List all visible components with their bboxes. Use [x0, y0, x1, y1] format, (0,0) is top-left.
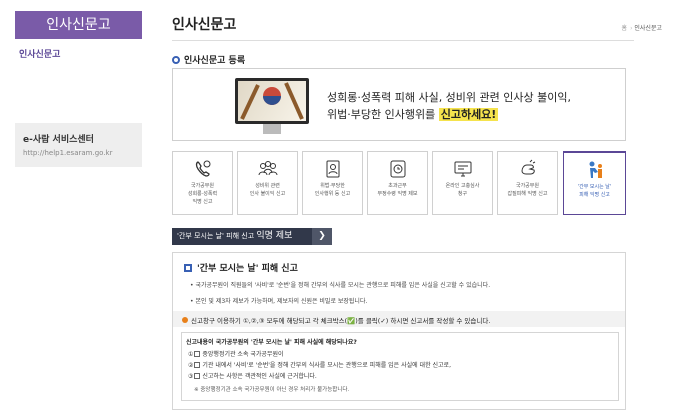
- report-banner: 성희롱·성폭력 피해 사실, 성비위 관련 인사상 불이익, 위법·부당한 인사…: [172, 68, 626, 141]
- person-bow-icon: [589, 161, 602, 178]
- title-divider: [172, 40, 634, 41]
- breadcrumb-home[interactable]: 홈: [622, 25, 628, 32]
- instruction-bar: 신고창구 이용하기 ①,②,③ 모두에 해당되고 각 체크박스(✅)를 클릭(✓…: [173, 311, 625, 327]
- option-row: ② 기관 내에서 '사비'로 '순번'을 정해 간부의 식사를 모시는 관행으로 …: [188, 362, 451, 369]
- dot-bullet-icon: [182, 317, 188, 323]
- breadcrumb: 홈 › 인사신문고: [621, 25, 662, 32]
- footnote: ※ 중앙행정기관 소속 국가공무원이 아닌 경우 처리가 불가능합니다.: [194, 387, 350, 393]
- option-checkbox-3[interactable]: [194, 373, 201, 379]
- section-title: 인사신문고 등록: [172, 53, 245, 66]
- question-box: 신고내용이 국가공무원의 '간부 모시는 날' 피해 사실에 해당되나요? ①중…: [181, 332, 619, 401]
- card-overtime-report[interactable]: 초과근무 부정수령 익명 제보: [367, 151, 428, 215]
- banner-highlight: 신고하세요!: [438, 108, 499, 121]
- card-disadvantage-report[interactable]: 성비위 관련 인사 불이익 신고: [237, 151, 298, 215]
- monitor-illustration: [235, 78, 309, 124]
- banner-text: 성희롱·성폭력 피해 사실, 성비위 관련 인사상 불이익, 위법·부당한 인사…: [327, 91, 571, 121]
- option-checkbox-2[interactable]: [194, 362, 201, 368]
- report-tab[interactable]: '간부 모시는 날' 피해 신고 익명 제보 ❯: [172, 228, 332, 245]
- people-icon: [258, 161, 277, 176]
- option-row: ① 중앙행정기관 소속 국가공무원이: [188, 351, 284, 358]
- service-center-title: e-사람 서비스센터: [23, 135, 94, 145]
- report-note: • 국가공무원이 직원들의 '사비'로 '순번'을 정해 간부의 식사를 모시는…: [190, 282, 491, 289]
- sidebar-item-report[interactable]: 인사신문고: [19, 47, 60, 60]
- card-illegal-personnel-report[interactable]: 위법·부당한 인사행위 등 신고: [302, 151, 363, 215]
- id-card-icon: [326, 160, 339, 178]
- circle-bullet-icon: [172, 56, 180, 64]
- sidebar-title: 인사신문고: [15, 11, 142, 39]
- option-row: ③ 신고하는 사항은 객관적인 사실에 근거합니다.: [188, 373, 317, 380]
- category-cards: 국가공무원 성희롱·성폭력 익명 신고 성비위 관련 인사 불이익 신고 위법·부당한…: [172, 151, 626, 215]
- report-form-box: '간부 모시는 날' 피해 신고 • 국가공무원이 직원들의 '사비'로 '순번…: [172, 252, 626, 410]
- card-boss-serving-day-report[interactable]: '간부 모시는 날' 피해 익명 신고: [563, 151, 626, 215]
- hand-icon: [520, 159, 535, 175]
- phone-icon: [195, 160, 210, 177]
- card-sexual-harassment-report[interactable]: 국가공무원 성희롱·성폭력 익명 신고: [172, 151, 233, 215]
- square-bullet-icon: [184, 264, 192, 272]
- breadcrumb-current: 인사신문고: [634, 25, 662, 32]
- monitor-stand: [263, 124, 281, 134]
- card-online-grievance[interactable]: 온라인 고충심사 청구: [432, 151, 493, 215]
- service-center-url[interactable]: http://help1.esaram.go.kr: [23, 149, 142, 157]
- computer-icon: [454, 161, 471, 177]
- chevron-right-icon[interactable]: ❯: [312, 228, 332, 245]
- service-center-box[interactable]: e-사람 서비스센터 http://help1.esaram.go.kr: [15, 123, 142, 167]
- report-note: • 본인 및 제3자 제보가 가능하며, 제보자의 신원은 비밀로 보장됩니다.: [190, 298, 368, 305]
- option-checkbox-1[interactable]: [194, 351, 201, 357]
- page-title: 인사신문고: [172, 17, 237, 33]
- question-text: 신고내용이 국가공무원의 '간부 모시는 날' 피해 사실에 해당되나요?: [186, 339, 357, 346]
- clock-icon: [390, 160, 405, 178]
- report-heading: '간부 모시는 날' 피해 신고: [184, 261, 298, 274]
- card-power-abuse-report[interactable]: 국가공무원 갑질피해 익명 신고: [497, 151, 558, 215]
